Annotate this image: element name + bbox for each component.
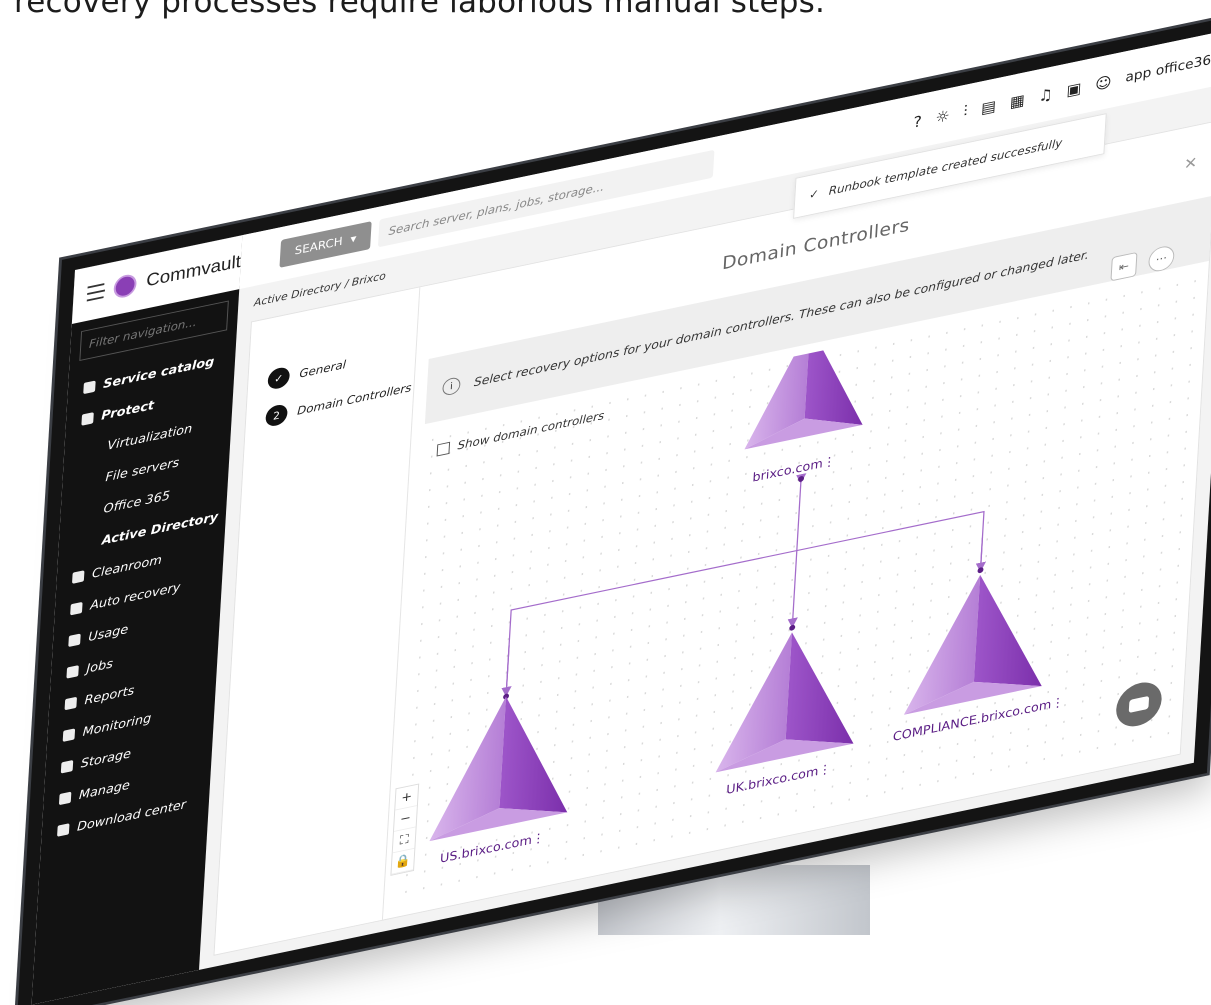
edge-bus: [505, 510, 985, 692]
more-options-icon[interactable]: ···: [1147, 244, 1175, 274]
export-icon[interactable]: ⇤: [1110, 251, 1138, 282]
monitor-icon: [62, 728, 76, 742]
recovery-icon: [70, 601, 83, 616]
kebab-icon[interactable]: ⋮: [822, 454, 836, 471]
menu-icon[interactable]: [86, 283, 105, 302]
cleanroom-icon: [72, 570, 85, 584]
check-icon: ✓: [267, 365, 291, 391]
sidebar: Commvault Filter navigation... Service c…: [31, 235, 243, 1005]
kebab-icon[interactable]: ⋮: [532, 831, 546, 848]
edge-compliance: [975, 537, 987, 573]
calendar-clock-icon[interactable]: ▦: [1009, 90, 1025, 111]
document-icon[interactable]: ▤: [981, 96, 997, 117]
reports-icon: [64, 696, 78, 711]
sliders-icon: [58, 791, 72, 806]
activity-icon[interactable]: ⫶: [963, 102, 968, 121]
download-icon: [57, 823, 70, 837]
help-icon[interactable]: ?: [913, 112, 922, 131]
calendar-icon[interactable]: ▣: [1066, 78, 1082, 99]
commvault-logo-icon: [113, 272, 138, 300]
chat-icon: [1128, 695, 1150, 713]
compliance-domain-node: [903, 574, 1042, 715]
us-domain-node: [429, 696, 568, 842]
user-name[interactable]: app office365: [1125, 51, 1211, 86]
bell-icon[interactable]: ♫: [1038, 84, 1053, 105]
kebab-icon[interactable]: ⋮: [818, 762, 832, 779]
catalog-icon: [83, 380, 96, 395]
briefcase-icon: [66, 665, 79, 679]
kebab-icon[interactable]: ⋮: [1051, 695, 1065, 712]
user-icon[interactable]: ☺: [1095, 72, 1112, 93]
monitor: Commvault Filter navigation... Service c…: [0, 0, 1211, 1005]
search-scope-button[interactable]: SEARCH ▾: [279, 221, 372, 268]
lock-button[interactable]: 🔒: [391, 848, 415, 875]
chart-icon: [68, 633, 81, 648]
brand-name: Commvault: [145, 251, 242, 292]
check-circle-icon: ✓: [808, 186, 820, 202]
uk-domain-node: [715, 632, 854, 773]
database-icon: [60, 759, 74, 774]
wizard-main: ✓ Runbook template created successfully …: [382, 113, 1211, 919]
edge-us: [501, 645, 512, 697]
theme-icon[interactable]: ☼: [935, 106, 950, 127]
info-icon: i: [442, 376, 461, 397]
shield-icon: [81, 412, 94, 426]
step-general[interactable]: ✓ General: [267, 354, 346, 391]
sidebar-nav: Service catalog Protect Virtualization F…: [41, 341, 237, 850]
search-input[interactable]: Search server, plans, jobs, storage...: [377, 149, 715, 248]
caret-down-icon: ▾: [350, 231, 357, 246]
step-number: 2: [265, 402, 288, 428]
app-screen: Commvault Filter navigation... Service c…: [31, 28, 1211, 1005]
close-icon[interactable]: ✕: [1184, 153, 1198, 173]
